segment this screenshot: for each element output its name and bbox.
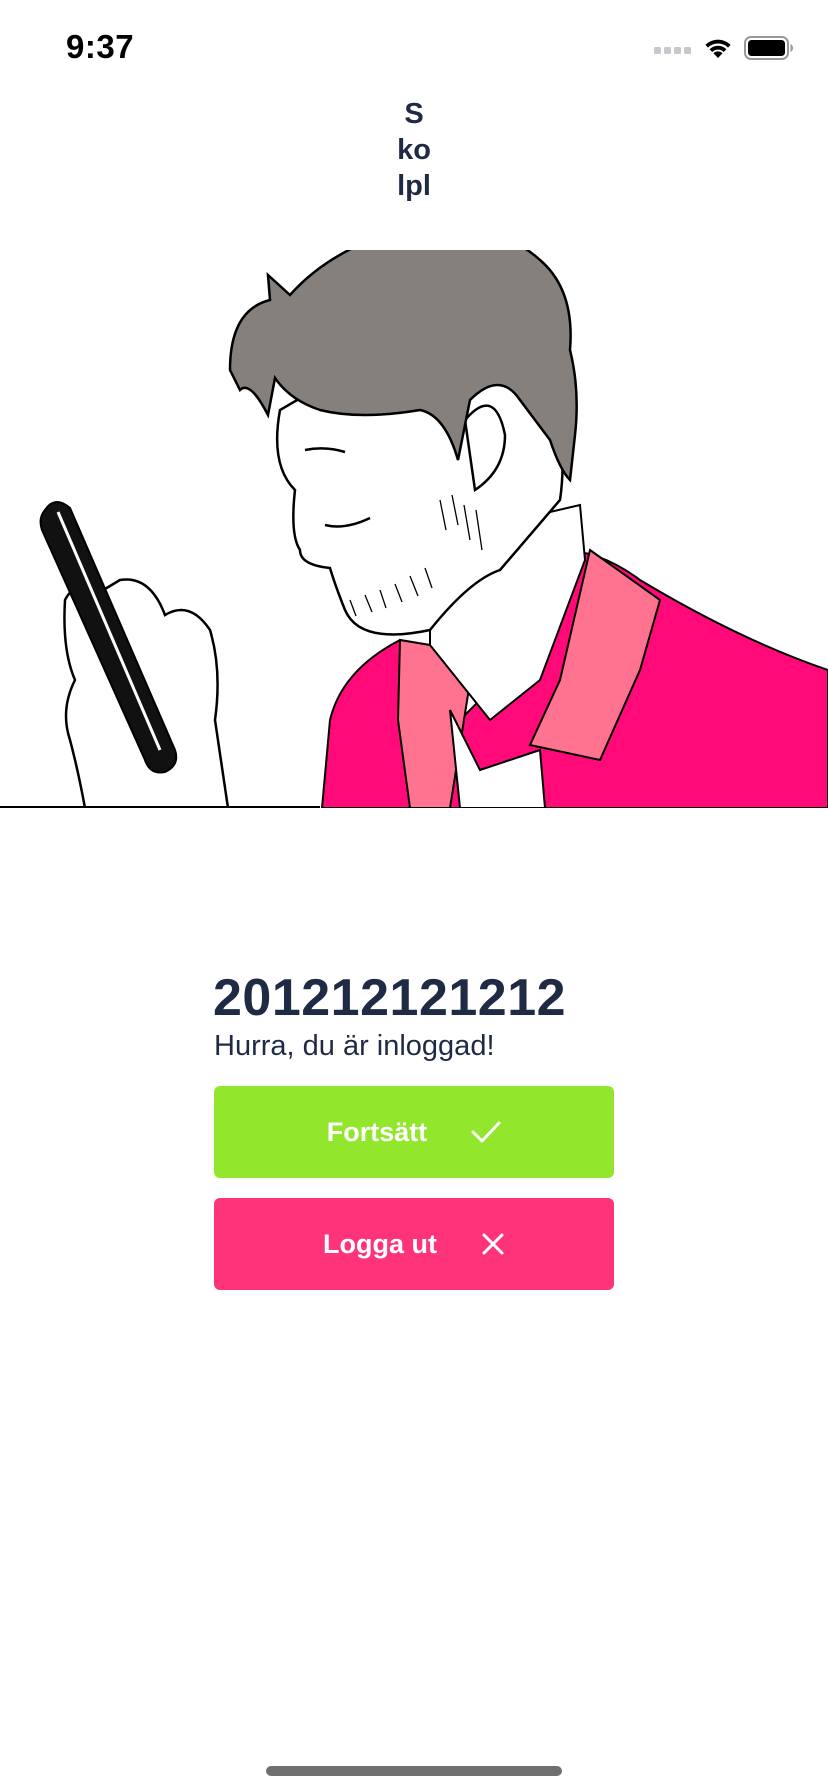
logout-button[interactable]: Logga ut <box>214 1198 614 1290</box>
app-title: S ko lpl <box>334 96 494 204</box>
status-time: 9:37 <box>66 28 135 65</box>
status-bar: 9:37 <box>0 0 828 100</box>
app-title-line: lpl <box>397 170 431 202</box>
user-id-heading: 201212121212 <box>213 969 567 1027</box>
continue-button-label: Fortsätt <box>326 1116 428 1147</box>
wifi-icon <box>705 39 731 58</box>
cellular-signal-icon <box>654 47 691 54</box>
battery-icon <box>744 36 793 60</box>
continue-button[interactable]: Fortsätt <box>214 1086 614 1178</box>
home-indicator[interactable] <box>266 1766 562 1776</box>
app-title-line: ko <box>397 134 431 166</box>
logout-button-label: Logga ut <box>323 1228 437 1259</box>
close-icon <box>482 1233 504 1255</box>
app-title-line: S <box>404 98 424 130</box>
checkmark-icon <box>471 1121 501 1143</box>
status-icons <box>654 36 794 60</box>
logged-in-message: Hurra, du är inloggad! <box>214 1030 495 1062</box>
hero-illustration <box>0 250 828 808</box>
